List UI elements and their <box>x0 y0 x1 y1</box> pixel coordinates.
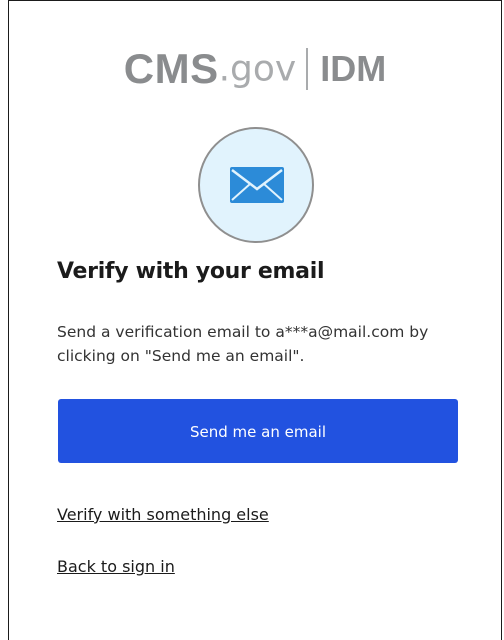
envelope-icon <box>230 167 284 203</box>
logo-separator <box>306 48 309 90</box>
logo-cms-text: CMS <box>123 45 219 92</box>
email-icon-circle <box>198 127 314 243</box>
page-title: Verify with your email <box>57 259 325 284</box>
cms-idm-logo: CMS.gov IDM <box>9 45 501 95</box>
send-email-button[interactable]: Send me an email <box>58 399 458 463</box>
logo-idm-text: IDM <box>320 48 387 89</box>
back-to-sign-in-link[interactable]: Back to sign in <box>57 557 175 576</box>
verification-description: Send a verification email to a***a@mail.… <box>57 323 429 365</box>
verify-email-card: CMS.gov IDM Verify with your email Send a… <box>8 0 502 640</box>
logo-gov-text: .gov <box>218 48 297 90</box>
verify-with-something-else-link[interactable]: Verify with something else <box>57 505 269 524</box>
